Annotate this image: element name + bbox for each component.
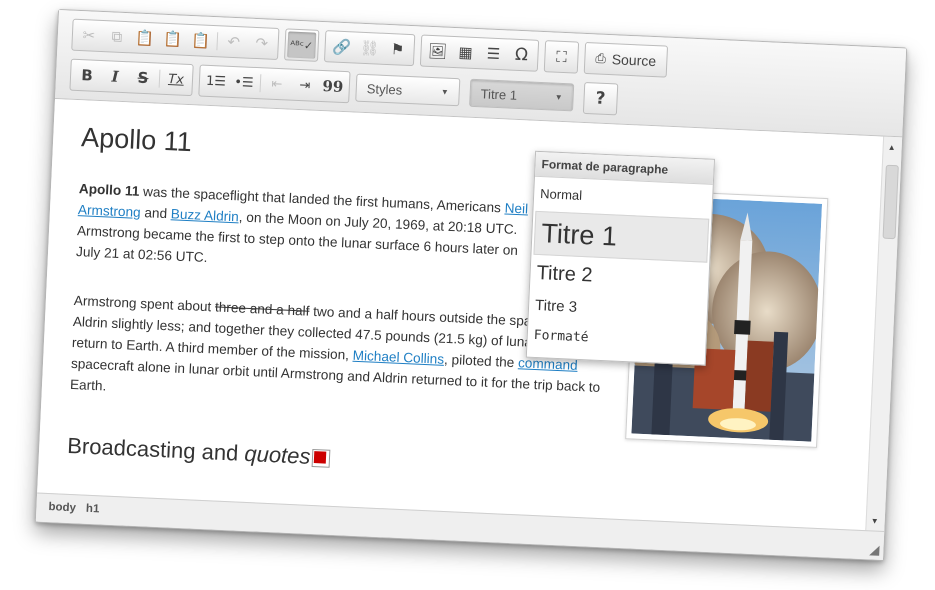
undo-icon[interactable]: ↶	[219, 28, 248, 55]
scroll-up-arrow[interactable]: ▲	[887, 143, 895, 152]
chevron-down-icon: ▼	[554, 92, 563, 102]
source-icon: ⎙	[595, 50, 607, 66]
flag-marker	[314, 451, 327, 464]
link-buzz-aldrin[interactable]: Buzz Aldrin	[171, 206, 240, 224]
tools-group: ⛶	[543, 40, 580, 74]
paragraph-group: 1☰ •☰ ⇤ ⇥ 99	[198, 64, 351, 104]
toolbar-separator	[259, 74, 262, 93]
spellcheck-icon[interactable]: ᴬᴮᶜ✓	[287, 31, 317, 59]
styles-combo[interactable]: Styles ▼	[355, 73, 461, 107]
text-run: Armstrong spent about	[73, 293, 216, 315]
stage: ✂ ⧉ 📋 📋 📋 ↶ ↷ ᴬᴮᶜ✓ 🔗 ⛓ ⚑ 🖼 ▦ ☰ Ω ⛶ ⎙ Sou…	[0, 0, 935, 590]
source-button[interactable]: ⎙ Source	[583, 41, 668, 78]
editor-window: ✂ ⧉ 📋 📋 📋 ↶ ↷ ᴬᴮᶜ✓ 🔗 ⛓ ⚑ 🖼 ▦ ☰ Ω ⛶ ⎙ Sou…	[34, 8, 908, 562]
insert-group: 🖼 ▦ ☰ Ω	[419, 34, 540, 72]
italic-text: quotes	[243, 440, 312, 469]
spellcheck-group: ᴬᴮᶜ✓	[284, 28, 320, 62]
link-group: 🔗 ⛓ ⚑	[323, 30, 416, 67]
strikethrough-text: three and a half	[214, 299, 310, 319]
outdent-icon[interactable]: ⇤	[262, 70, 291, 97]
maximize-icon[interactable]: ⛶	[547, 43, 576, 70]
chevron-down-icon: ▼	[440, 86, 449, 97]
cut-icon[interactable]: ✂	[74, 22, 103, 49]
text-run: and	[140, 204, 172, 222]
scroll-down-arrow[interactable]: ▼	[871, 516, 879, 525]
remove-format-button[interactable]: Tx	[161, 66, 190, 93]
italic-button[interactable]: I	[101, 63, 130, 90]
editor-content[interactable]: Apollo 11 Apollo 11 was the spaceflight …	[37, 98, 885, 532]
anchor-icon[interactable]: ⚑	[383, 36, 412, 63]
bulleted-list-icon[interactable]: •☰	[229, 69, 258, 96]
paste-icon[interactable]: 📋	[130, 24, 159, 51]
paste-text-icon[interactable]: 📋	[158, 26, 187, 53]
scrollbar-thumb[interactable]	[882, 164, 899, 240]
help-group: ?	[582, 81, 619, 116]
redo-icon[interactable]: ↷	[247, 30, 276, 57]
paragraph-1: Apollo 11 was the spaceflight that lande…	[76, 178, 544, 283]
styles-label: Styles	[366, 80, 403, 98]
numbered-list-icon[interactable]: 1☰	[201, 68, 230, 95]
toolbar-separator	[216, 32, 219, 51]
paste-word-icon[interactable]: 📋	[186, 27, 215, 54]
clipboard-group: ✂ ⧉ 📋 📋 📋 ↶ ↷	[71, 18, 280, 61]
basicstyles-group: B I S Tx	[69, 58, 194, 97]
bold-button[interactable]: B	[73, 62, 102, 89]
subheading: Broadcasting and quotes	[67, 433, 331, 471]
unlink-icon[interactable]: ⛓	[355, 35, 384, 62]
resize-handle-icon[interactable]	[869, 545, 880, 556]
text-run: , piloted the	[443, 351, 519, 371]
bold-text: Apollo 11	[78, 181, 140, 199]
special-char-icon[interactable]: Ω	[507, 41, 536, 68]
format-combo[interactable]: Titre 1 ▼	[469, 78, 575, 112]
table-icon[interactable]: ▦	[451, 39, 480, 66]
help-button[interactable]: ?	[586, 85, 615, 112]
format-label: Titre 1	[480, 85, 518, 103]
toolbar-separator	[158, 69, 161, 88]
source-label: Source	[611, 51, 657, 70]
text-run: Broadcasting and	[66, 432, 246, 466]
format-option-titre-1[interactable]: Titre 1	[533, 210, 710, 263]
path-item-body[interactable]: body	[48, 501, 76, 514]
content-heading: Apollo 11	[80, 122, 193, 158]
strike-button[interactable]: S	[128, 64, 157, 91]
format-dropdown: Format de paragraphe Normal Titre 1 Titr…	[525, 150, 715, 366]
blockquote-button[interactable]: 99	[318, 73, 347, 100]
element-path: body h1	[48, 501, 99, 515]
link-icon[interactable]: 🔗	[327, 33, 356, 60]
link-michael-collins[interactable]: Michael Collins	[352, 348, 444, 367]
path-item-h1[interactable]: h1	[86, 503, 100, 516]
copy-icon[interactable]: ⧉	[102, 23, 131, 50]
image-icon[interactable]: 🖼	[423, 38, 452, 65]
anchor-flag-icon[interactable]	[311, 449, 331, 468]
indent-icon[interactable]: ⇥	[290, 72, 319, 99]
horizontal-rule-icon[interactable]: ☰	[479, 40, 508, 67]
